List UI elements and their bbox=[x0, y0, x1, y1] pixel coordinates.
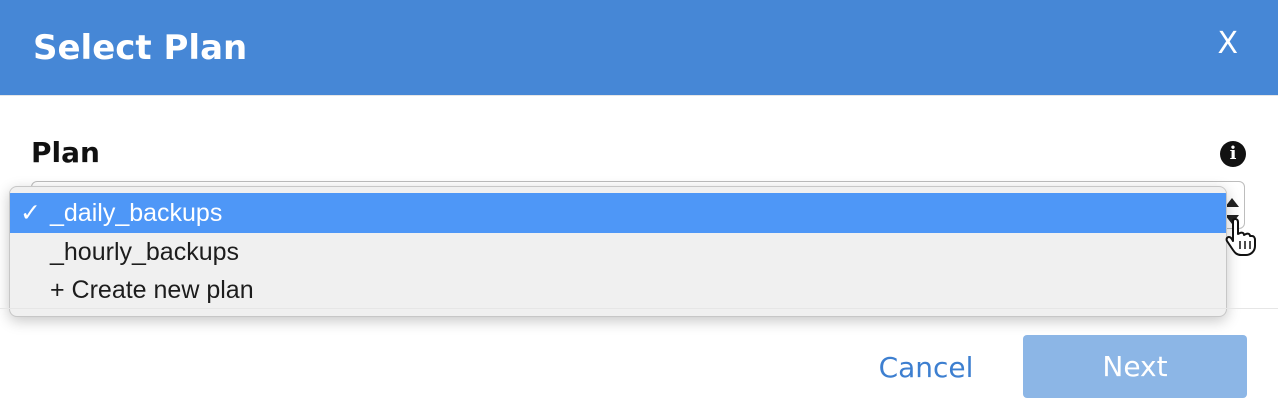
info-icon[interactable]: i bbox=[1220, 141, 1246, 167]
hand-cursor-icon bbox=[1225, 217, 1256, 256]
plan-label: Plan bbox=[31, 136, 100, 169]
dropdown-option-daily-backups[interactable]: ✓ _daily_backups bbox=[10, 193, 1226, 233]
checkmark-icon: ✓ bbox=[20, 199, 41, 227]
dialog-header: Select Plan X bbox=[0, 0, 1278, 95]
dropdown-option-label: + Create new plan bbox=[50, 276, 254, 304]
close-button[interactable]: X bbox=[1217, 26, 1238, 62]
dropdown-option-create-new-plan[interactable]: + Create new plan bbox=[10, 270, 1226, 310]
plan-dropdown-menu: ✓ _daily_backups _hourly_backups + Creat… bbox=[9, 186, 1227, 317]
dropdown-option-label: _hourly_backups bbox=[50, 238, 240, 266]
dropdown-option-label: _daily_backups bbox=[50, 199, 223, 227]
dropdown-option-hourly-backups[interactable]: _hourly_backups bbox=[10, 232, 1226, 272]
next-button[interactable]: Next bbox=[1023, 335, 1247, 398]
cancel-button[interactable]: Cancel bbox=[862, 343, 990, 393]
select-plan-dialog: Select Plan X Plan i ✓ _daily_backups _h… bbox=[0, 0, 1278, 417]
header-divider bbox=[0, 95, 1278, 96]
footer-divider bbox=[0, 308, 1278, 309]
dialog-title: Select Plan bbox=[33, 28, 248, 68]
